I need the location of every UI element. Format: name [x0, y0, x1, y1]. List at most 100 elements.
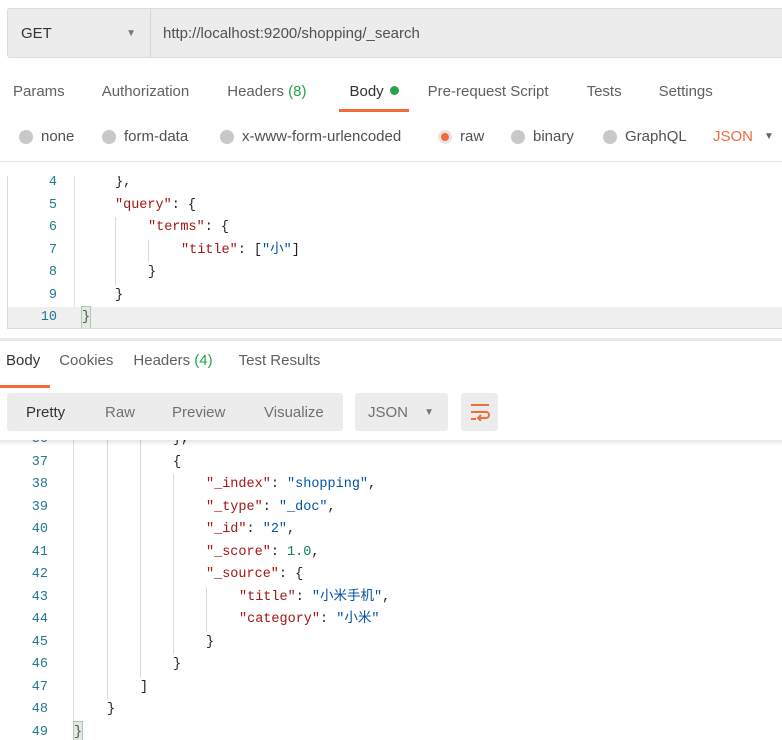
- code-line: 49}: [0, 720, 782, 740]
- radio-label: binary: [533, 128, 574, 145]
- json-punctuation: ,: [327, 499, 336, 515]
- indent-guide: [74, 564, 107, 587]
- indent-guide: [107, 564, 140, 587]
- json-string: "2": [262, 522, 288, 537]
- indent-guide: [140, 654, 173, 677]
- tab-label: Pre-request Script: [427, 83, 549, 100]
- view-raw-button[interactable]: Raw: [105, 404, 135, 421]
- method-label: GET: [21, 24, 52, 42]
- tab-label: Tests: [586, 83, 622, 100]
- indent-guide: [82, 176, 115, 195]
- line-number: 46: [31, 657, 48, 672]
- indent-guide: [107, 496, 140, 519]
- json-string: "小米": [336, 612, 380, 627]
- url-input[interactable]: http://localhost:9200/shopping/_search: [151, 25, 420, 42]
- radio-graphql[interactable]: GraphQL: [603, 128, 687, 145]
- json-punctuation: },: [115, 176, 132, 190]
- tab-pre-request-script[interactable]: Pre-request Script: [428, 80, 549, 112]
- json-punctuation: :: [270, 544, 288, 560]
- line-number: 42: [31, 567, 48, 582]
- json-punctuation: }: [107, 702, 116, 717]
- indent-guide: [140, 474, 173, 497]
- json-punctuation: ,: [382, 589, 391, 605]
- indent-guide: [74, 677, 107, 700]
- indent-guide: [140, 586, 173, 609]
- language-select[interactable]: JSON: [713, 128, 753, 145]
- response-format-select[interactable]: JSON ▼: [355, 393, 448, 431]
- indent-guide: [206, 609, 239, 632]
- indent-guide: [173, 564, 206, 587]
- view-pretty-button[interactable]: Pretty: [26, 404, 65, 421]
- body-type-radios: none form-data x-www-form-urlencoded raw…: [0, 128, 782, 162]
- indent-guide: [115, 262, 148, 285]
- wrap-lines-button[interactable]: [461, 393, 498, 431]
- json-string: "shopping": [287, 477, 369, 492]
- json-key: "_index": [206, 477, 271, 492]
- json-key: "category": [239, 612, 321, 627]
- json-key: "_source": [206, 567, 279, 582]
- code-line: 44 "category": "小米": [0, 609, 782, 632]
- tab-settings[interactable]: Settings: [659, 80, 713, 112]
- indent-guide: [82, 217, 115, 240]
- json-punctuation: :: [246, 522, 263, 537]
- radio-binary[interactable]: binary: [511, 128, 574, 145]
- line-number: 43: [31, 589, 48, 605]
- tab-label: Authorization: [101, 83, 190, 100]
- tab-response-headers[interactable]: Headers (4): [133, 352, 212, 388]
- code-line: 7 "title": ["小"]: [8, 239, 782, 262]
- json-key: "query": [115, 197, 172, 213]
- indent-guide: [148, 239, 181, 262]
- radio-icon: [102, 130, 116, 144]
- radio-form-data[interactable]: form-data: [102, 128, 188, 145]
- method-select[interactable]: GET ▼: [8, 9, 151, 57]
- line-number: 37: [31, 454, 48, 470]
- radio-x-www-form-urlencoded[interactable]: x-www-form-urlencoded: [220, 128, 401, 145]
- view-visualize-button[interactable]: Visualize: [264, 404, 324, 421]
- indent-guide: [74, 699, 107, 722]
- json-punctuation: : {: [171, 197, 197, 213]
- tab-body[interactable]: Body: [339, 80, 409, 112]
- json-punctuation: ,: [311, 544, 320, 560]
- line-number: 41: [31, 544, 48, 560]
- wrap-icon: [470, 404, 490, 421]
- tab-authorization[interactable]: Authorization: [102, 80, 190, 112]
- indent-guide: [74, 497, 107, 520]
- chevron-down-icon[interactable]: ▼: [764, 131, 774, 142]
- line-number: 39: [31, 499, 48, 515]
- radio-icon: [511, 130, 525, 144]
- tab-response-body[interactable]: Body: [0, 352, 51, 388]
- request-body-editor[interactable]: 4}, 5 "query": {6 "terms": {7 "title": ["小"]…: [7, 176, 782, 329]
- indent-guide: [206, 586, 239, 609]
- radio-none[interactable]: none: [19, 128, 74, 145]
- tab-params[interactable]: Params: [13, 80, 65, 112]
- pane-divider[interactable]: [0, 338, 782, 341]
- line-number: 38: [31, 477, 48, 492]
- response-body-viewer[interactable]: 36},37{38"_index": "shopping",39"_type":…: [0, 440, 782, 740]
- tab-tests[interactable]: Tests: [587, 80, 622, 112]
- tab-test-results[interactable]: Test Results: [239, 352, 321, 388]
- json-key: "_score": [206, 544, 271, 560]
- headers-count: (4): [194, 352, 213, 369]
- format-label: JSON: [368, 403, 409, 421]
- tab-cookies[interactable]: Cookies: [59, 352, 113, 388]
- radio-raw[interactable]: raw: [438, 128, 484, 145]
- indent-guide: [74, 519, 107, 542]
- radio-label: form-data: [124, 128, 189, 145]
- headers-count: (8): [288, 83, 307, 100]
- json-punctuation: : {: [278, 567, 304, 582]
- code-line: 9}: [8, 285, 782, 308]
- view-preview-button[interactable]: Preview: [172, 404, 225, 421]
- scroll-shadow: [0, 440, 782, 446]
- json-punctuation: ]: [291, 242, 300, 258]
- tab-headers[interactable]: Headers (8): [227, 80, 306, 112]
- radio-icon: [220, 130, 234, 144]
- indent-guide: [140, 519, 173, 542]
- line-number: 48: [31, 702, 48, 717]
- line-number: 40: [31, 522, 48, 537]
- tab-label: Headers: [133, 352, 191, 369]
- code-line: 4},: [8, 176, 782, 195]
- indent-guide: [173, 496, 206, 519]
- json-string: "小米手机": [311, 589, 383, 605]
- json-key: "terms": [148, 220, 205, 235]
- json-punctuation: :: [262, 499, 279, 515]
